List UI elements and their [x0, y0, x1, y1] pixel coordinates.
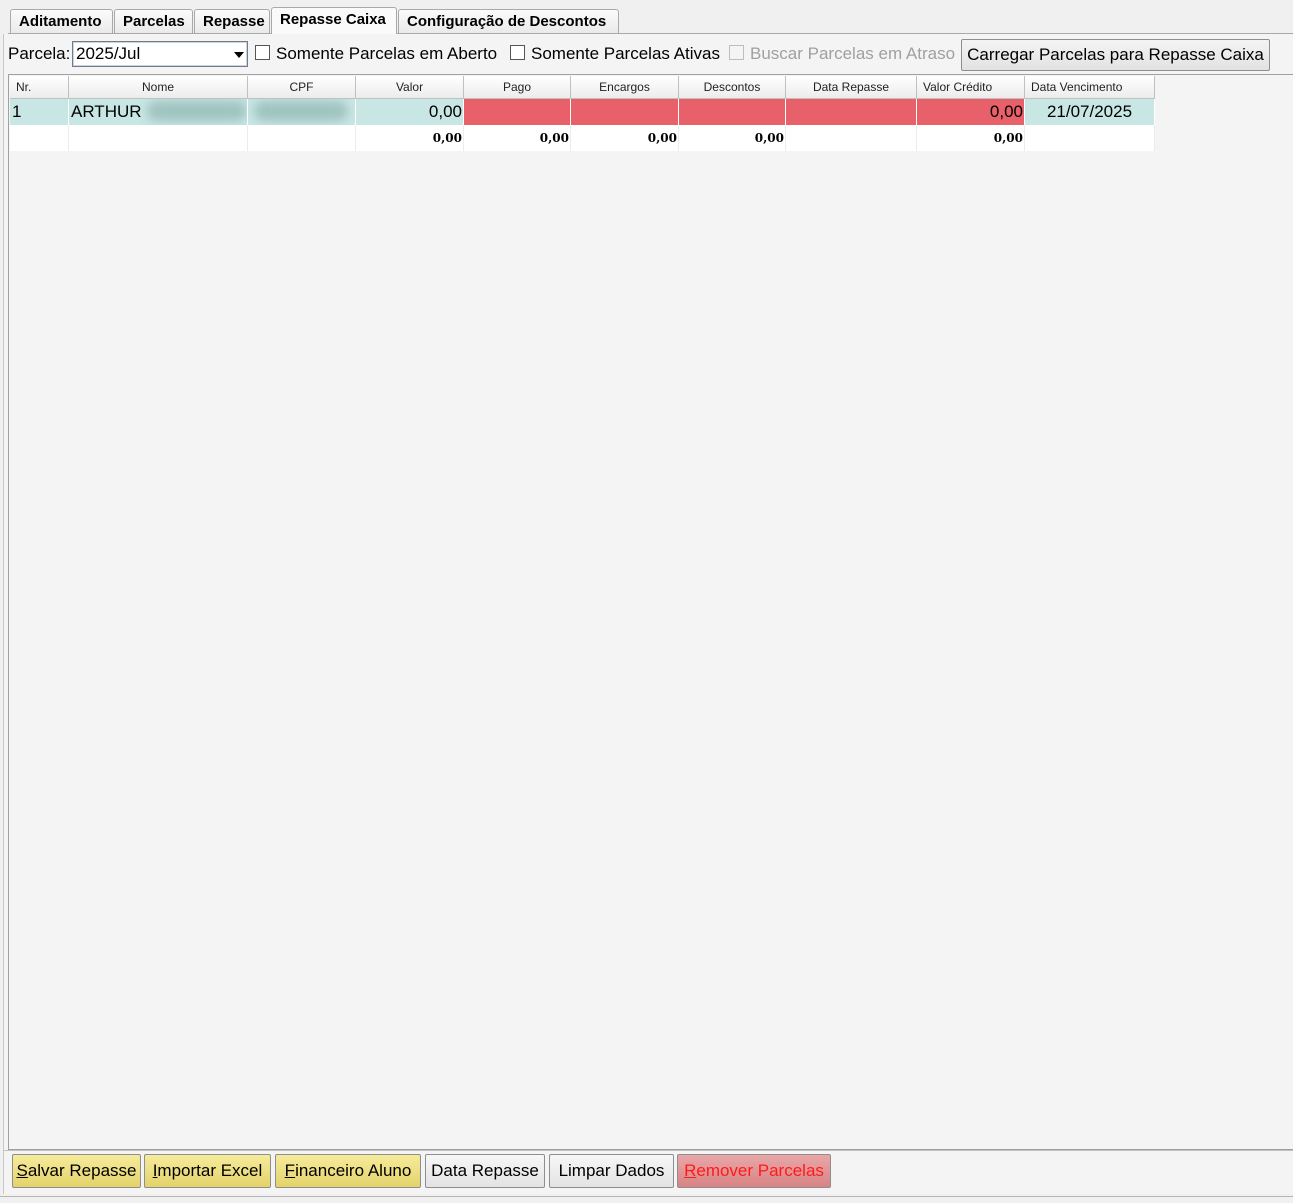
total-cpf — [248, 125, 356, 151]
cell-encargos[interactable] — [571, 99, 679, 125]
salvar-mnemonic: S — [16, 1161, 28, 1180]
cell-cpf[interactable] — [248, 99, 356, 125]
buscar-atraso-checkbox — [729, 45, 744, 60]
chevron-down-icon[interactable] — [234, 52, 244, 58]
cell-descontos[interactable] — [679, 99, 786, 125]
filter-toolbar: Parcela: 2025/Jul Somente Parcelas em Ab… — [4, 36, 1293, 72]
tab-parcelas[interactable]: Parcelas — [114, 9, 193, 33]
cell-nr[interactable]: 1 — [10, 99, 69, 125]
limpar-dados-button[interactable]: Limpar Dados — [549, 1154, 674, 1188]
header-encargos[interactable]: Encargos — [571, 76, 679, 99]
total-data-repasse — [786, 125, 917, 151]
somente-aberto-checkbox[interactable] — [255, 45, 270, 60]
action-bar: Salvar Repasse Importar Excel Financeiro… — [4, 1150, 1293, 1195]
cell-data-vencimento[interactable]: 21/07/2025 — [1025, 99, 1155, 125]
total-encargos: 0,00 — [571, 125, 679, 151]
remover-parcelas-button[interactable]: Remover Parcelas — [677, 1154, 831, 1188]
header-descontos[interactable]: Descontos — [679, 76, 786, 99]
tab-repasse[interactable]: Repasse — [194, 9, 270, 33]
parcela-select-value: 2025/Jul — [76, 44, 141, 63]
total-valor: 0,00 — [356, 125, 464, 151]
total-pago: 0,00 — [464, 125, 571, 151]
somente-aberto-label[interactable]: Somente Parcelas em Aberto — [276, 44, 497, 64]
remover-label: emover Parcelas — [696, 1161, 824, 1180]
header-nome[interactable]: Nome — [69, 76, 248, 99]
header-valor-credito[interactable]: Valor Crédito — [917, 76, 1025, 99]
importar-label: mportar Excel — [157, 1161, 263, 1180]
salvar-label: alvar Repasse — [27, 1161, 137, 1180]
salvar-repasse-button[interactable]: Salvar Repasse — [12, 1154, 141, 1188]
total-descontos: 0,00 — [679, 125, 786, 151]
total-nr — [10, 125, 69, 151]
total-valor-credito: 0,00 — [917, 125, 1025, 151]
somente-ativas-label[interactable]: Somente Parcelas Ativas — [531, 44, 720, 64]
parcela-select[interactable]: 2025/Jul — [72, 41, 248, 67]
header-valor[interactable]: Valor — [356, 76, 464, 99]
header-cpf[interactable]: CPF — [248, 76, 356, 99]
total-nome — [69, 125, 248, 151]
financeiro-aluno-button[interactable]: Financeiro Aluno — [275, 1154, 421, 1188]
header-data-repasse[interactable]: Data Repasse — [786, 76, 917, 99]
cell-valor-credito[interactable]: 0,00 — [917, 99, 1025, 125]
tab-aditamento[interactable]: Aditamento — [10, 9, 113, 33]
importar-excel-button[interactable]: Importar Excel — [144, 1154, 271, 1188]
cell-nome-text: ARTHUR — [71, 102, 142, 121]
somente-ativas-checkbox[interactable] — [510, 45, 525, 60]
financeiro-label: inanceiro Aluno — [295, 1161, 412, 1180]
cell-nome[interactable]: ARTHUR — [69, 99, 248, 125]
remover-mnemonic: R — [684, 1161, 697, 1180]
header-data-vencimento[interactable]: Data Vencimento — [1025, 76, 1155, 99]
cell-valor[interactable]: 0,00 — [356, 99, 464, 125]
redacted-blur — [254, 101, 348, 121]
tab-repasse-caixa[interactable]: Repasse Caixa — [271, 7, 397, 34]
redacted-blur — [147, 101, 247, 121]
header-pago[interactable]: Pago — [464, 76, 571, 99]
tab-strip: Aditamento Parcelas Repasse Repasse Caix… — [8, 7, 1293, 34]
cell-pago[interactable] — [464, 99, 571, 125]
parcelas-grid[interactable]: Nr. Nome CPF Valor Pago Encargos Descont… — [8, 74, 1293, 1150]
status-divider — [0, 1196, 1293, 1197]
buscar-atraso-label: Buscar Parcelas em Atraso — [750, 44, 956, 63]
cell-data-repasse[interactable] — [786, 99, 917, 125]
total-data-vencimento — [1025, 125, 1155, 151]
repasse-caixa-panel: Parcela: 2025/Jul Somente Parcelas em Ab… — [3, 34, 1293, 1194]
carregar-parcelas-button[interactable]: Carregar Parcelas para Repasse Caixa — [961, 39, 1270, 71]
parcela-label: Parcela: — [8, 44, 71, 63]
financeiro-mnemonic: F — [284, 1161, 296, 1180]
data-repasse-button[interactable]: Data Repasse — [425, 1154, 545, 1188]
tab-configuracao-descontos[interactable]: Configuração de Descontos — [398, 9, 619, 33]
header-nr[interactable]: Nr. — [10, 76, 69, 99]
